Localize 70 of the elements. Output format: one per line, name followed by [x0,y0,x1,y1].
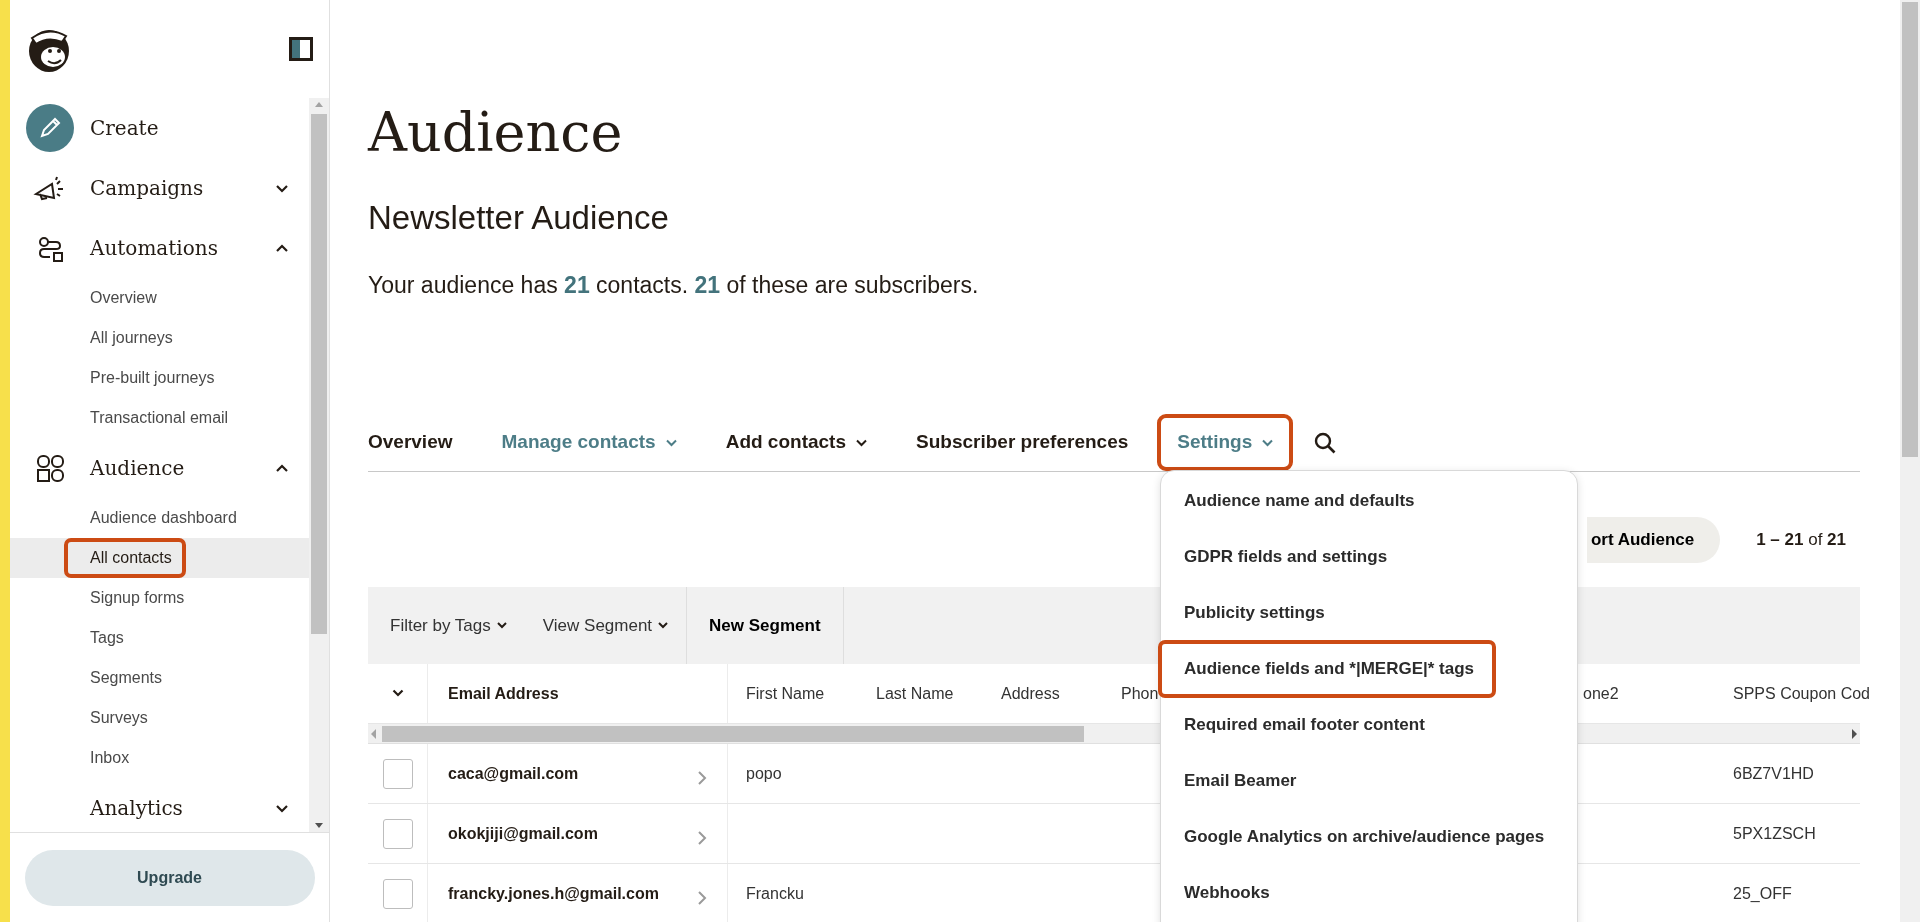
pencil-icon [26,104,74,152]
chevron-up-icon[interactable] [275,462,289,474]
row-checkbox[interactable] [382,818,413,849]
menu-item[interactable]: Google Analytics on archive/audience pages [1162,812,1563,862]
chevron-right-icon[interactable] [697,889,707,906]
nav-subitem[interactable]: Segments [68,662,173,694]
nav-subitem[interactable]: All journeys [68,322,183,354]
chevron-down-icon[interactable] [275,802,289,814]
tab[interactable]: Subscriber preferences [902,420,1143,465]
nav-item[interactable]: Create [90,113,289,143]
search-icon [1314,431,1337,454]
chevron-right-icon[interactable] [697,829,707,846]
column-header[interactable]: one2 [1583,681,1619,706]
column-header[interactable]: SPPS Coupon Cod [1733,681,1870,706]
nav-subitem[interactable]: Audience dashboard [68,502,247,534]
filter-dropdown[interactable]: Filter by Tags [368,587,525,664]
nav-item[interactable]: Analytics [90,793,275,823]
nav-subitem[interactable]: Inbox [68,742,140,774]
table-cell-text: 5PX1ZSCH [1733,823,1816,844]
nav-subitem[interactable]: Signup forms [68,582,195,614]
column-header[interactable]: Last Name [876,681,954,706]
page-title: Audience [368,100,624,166]
filter-dropdown[interactable]: View Segment [524,587,687,664]
upgrade-button[interactable]: Upgrade [24,849,315,906]
menu-item[interactable]: Email Beamer [1162,756,1315,806]
column-header[interactable]: Phon [1121,681,1159,706]
audience-summary: Your audience has 21 contacts. 21 of these are subscribers. [368,271,980,300]
chevron-down-icon[interactable] [275,182,289,194]
column-header[interactable]: Email Address [448,681,559,706]
menu-item[interactable]: GDPR fields and settings [1162,532,1406,582]
caret-icon [658,622,669,629]
chevron-down-icon[interactable] [391,689,404,698]
page-scrollbar[interactable] [1900,0,1920,922]
nav-subitem[interactable]: Transactional email [68,402,239,434]
menu-item[interactable]: Audience name and defaults [1162,476,1433,526]
table-cell-text: popo [746,763,782,784]
tab[interactable]: Manage contacts [487,420,691,465]
email-link[interactable]: francky.jones.h@gmail.com [448,881,697,906]
column-header[interactable]: Address [1001,681,1060,706]
column-header[interactable]: First Name [746,681,825,706]
nav-item[interactable]: Campaigns [90,173,275,203]
export-button[interactable]: ort Audience [1586,517,1721,563]
table-cell-text: 25_OFF [1733,883,1792,904]
new-segment-button[interactable]: New Segment [687,587,843,664]
table-cell-text: Francku [746,883,804,904]
menu-item[interactable]: Publicity settings [1162,588,1343,638]
pagination-text: 1 – 21 of 21 [1756,529,1846,552]
chevron-up-icon[interactable] [275,242,289,254]
nav-subitem[interactable]: Tags [68,622,134,654]
nav-item[interactable]: Automations [90,233,275,263]
table-cell-text: 6BZ7V1HD [1733,763,1814,784]
caret-icon [496,622,507,629]
chevron-right-icon[interactable] [697,769,707,786]
menu-item[interactable]: Webhooks [1162,868,1288,918]
email-link[interactable]: okokjiji@gmail.com [448,821,697,846]
panel-toggle-icon[interactable] [289,37,313,61]
tab[interactable]: Settings [1163,420,1288,465]
tab[interactable]: Add contacts [711,420,881,465]
scroll-right-icon [1850,727,1860,740]
nav-item[interactable]: Audience [90,453,275,483]
email-link[interactable]: caca@gmail.com [448,761,697,786]
tab[interactable]: Overview [368,420,467,465]
nav-subitem[interactable]: Surveys [68,702,158,734]
nav-subitem[interactable]: Pre-built journeys [68,362,225,394]
sidebar-scrollbar[interactable] [309,98,329,832]
row-checkbox[interactable] [382,758,413,789]
nav-subitem[interactable]: Overview [68,282,167,314]
menu-item[interactable]: Required email footer content [1162,700,1443,750]
row-checkbox[interactable] [382,878,413,909]
audience-name: Newsletter Audience [368,198,670,238]
